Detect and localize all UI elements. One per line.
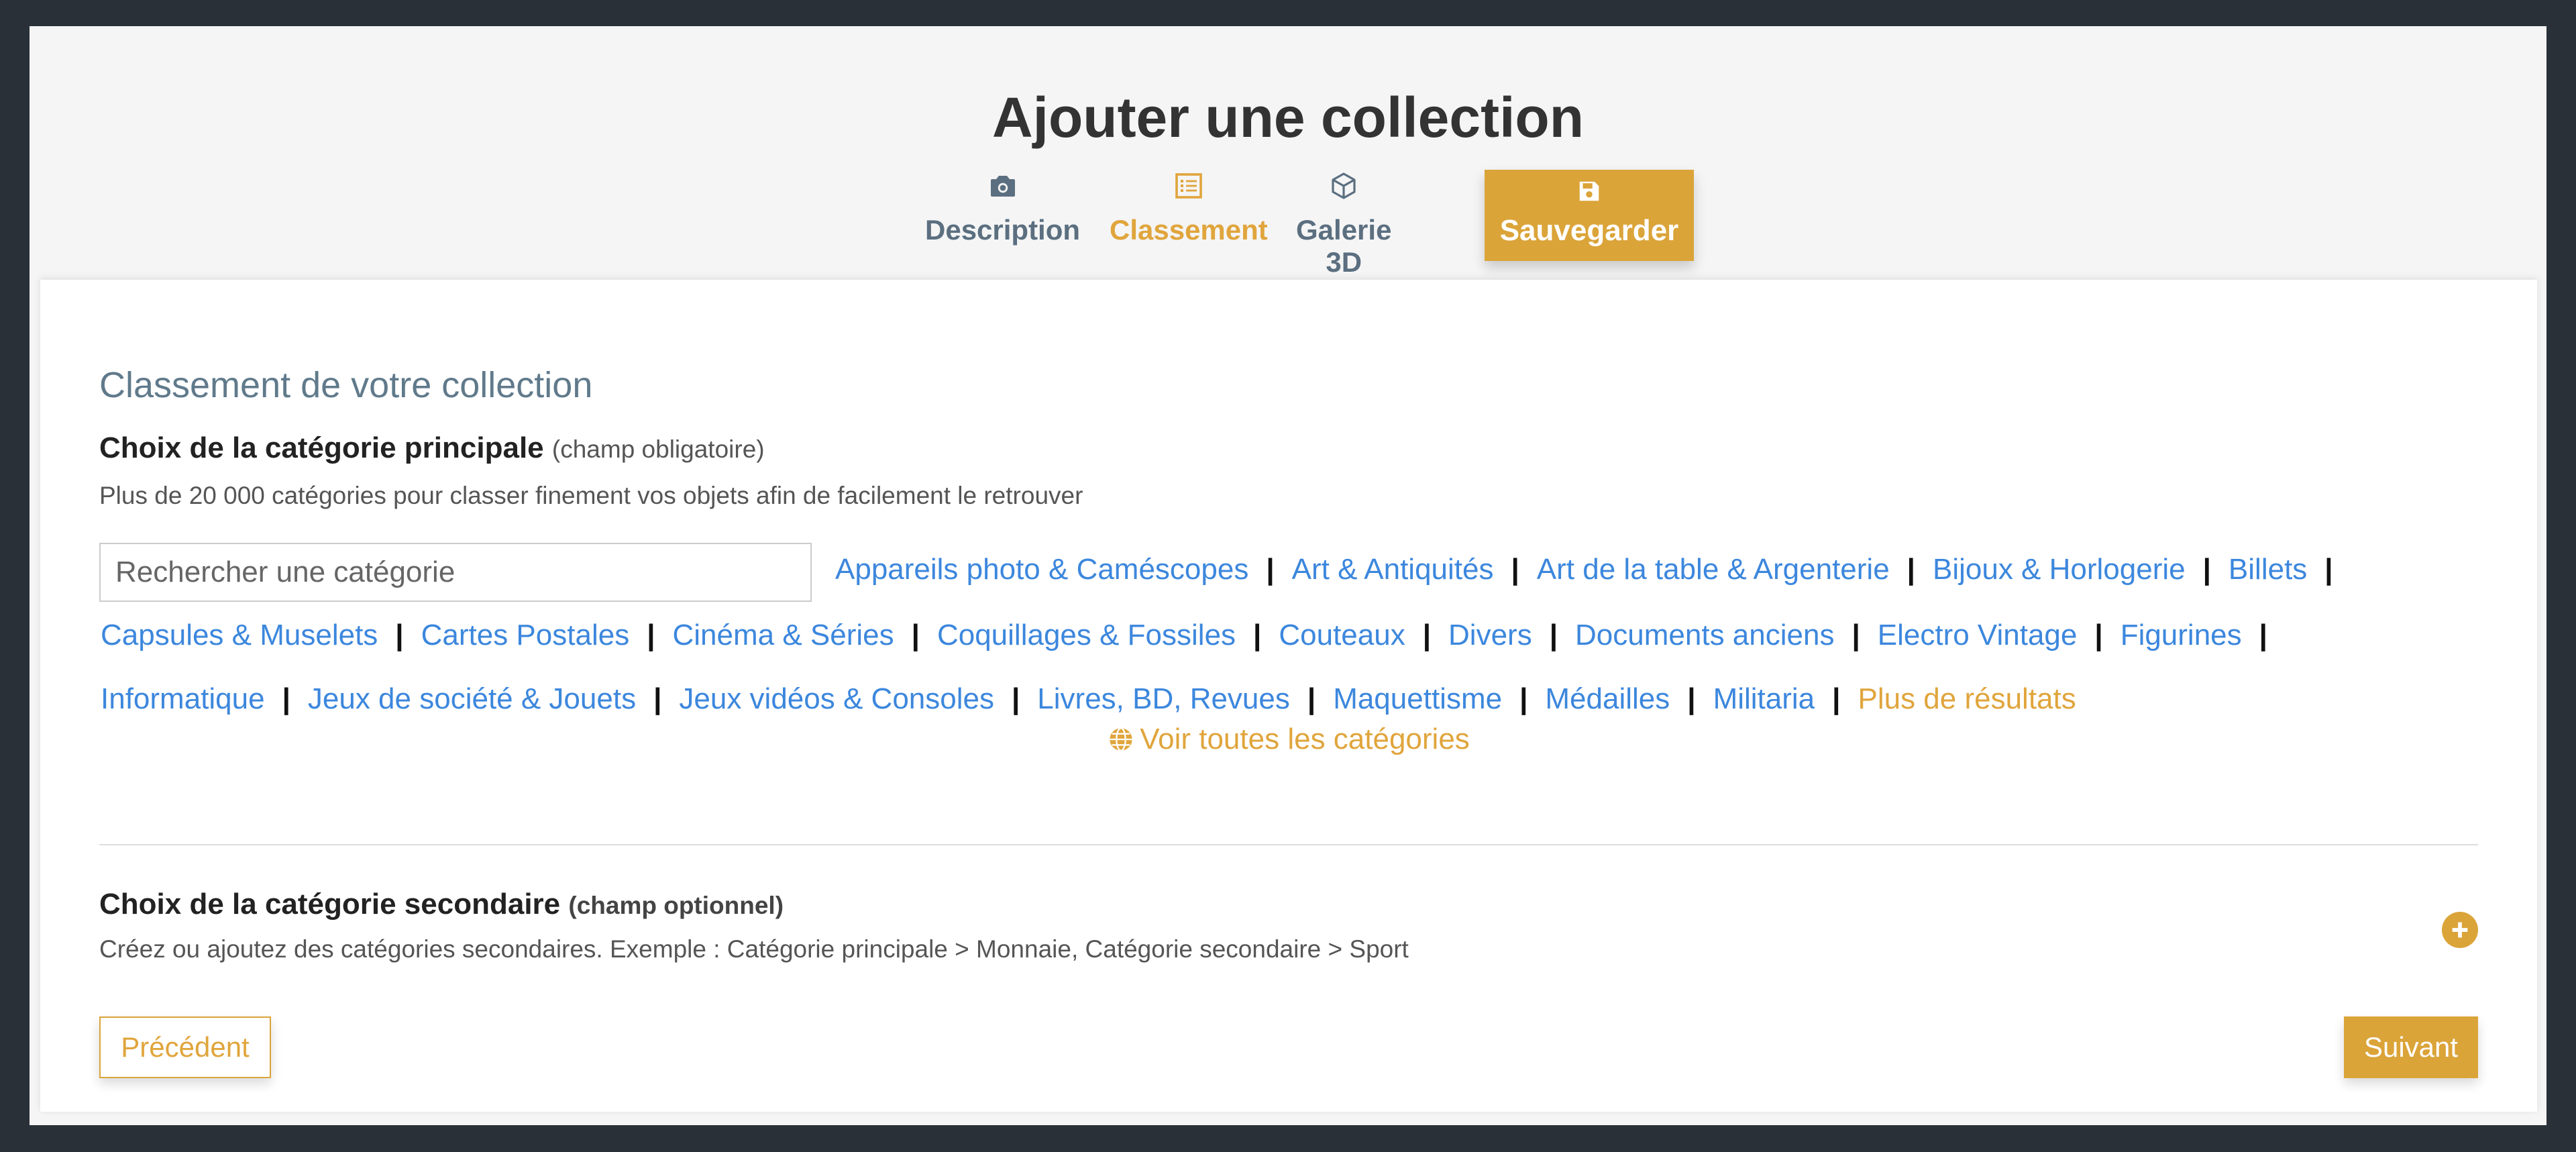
category-separator: | (647, 619, 655, 651)
category-separator: | (2324, 553, 2333, 586)
previous-button[interactable]: Précédent (99, 1016, 271, 1078)
category-link[interactable]: Cartes Postales (421, 619, 630, 651)
category-link[interactable]: Jeux de société & Jouets (308, 682, 636, 715)
category-separator: | (2094, 619, 2103, 651)
secondary-category-description: Créez ou ajoutez des catégories secondai… (99, 935, 1409, 963)
main-category-label: Choix de la catégorie principale (champ … (99, 431, 765, 465)
category-link[interactable]: Art & Antiquités (1292, 553, 1494, 586)
category-link[interactable]: Appareils photo & Caméscopes (835, 553, 1248, 586)
category-link[interactable]: Couteaux (1279, 619, 1405, 651)
list-icon (1110, 170, 1268, 210)
category-separator: | (911, 619, 920, 651)
tab-galerie-3d[interactable]: Galerie 3D (1296, 170, 1391, 278)
category-separator: | (2259, 619, 2267, 651)
save-button[interactable]: Sauvegarder (1485, 170, 1694, 261)
tab-description-label: Description (925, 214, 1081, 246)
tab-classement-label: Classement (1110, 214, 1268, 246)
category-links-row-1: Appareils photo & Caméscopes | Art & Antiq… (835, 553, 2351, 586)
category-link[interactable]: Informatique (101, 682, 265, 715)
category-separator: | (1011, 682, 1020, 715)
category-link[interactable]: Jeux vidéos & Consoles (679, 682, 994, 715)
globe-icon (1110, 727, 1132, 751)
category-link[interactable]: Art de la table & Argenterie (1537, 553, 1890, 586)
see-all-categories-link[interactable]: Voir toutes les catégories (40, 723, 2537, 756)
category-separator: | (1519, 682, 1528, 715)
plus-circle-icon (2452, 922, 2468, 938)
category-link[interactable]: Cinéma & Séries (673, 619, 894, 651)
see-all-categories-label: Voir toutes les catégories (1140, 723, 1470, 755)
tab-galerie-3d-label: Galerie 3D (1296, 214, 1392, 278)
category-link[interactable]: Capsules & Muselets (101, 619, 378, 651)
category-separator: | (282, 682, 290, 715)
category-separator: | (1422, 619, 1432, 651)
tab-description[interactable]: Description (925, 170, 1080, 246)
category-link[interactable]: Coquillages & Fossiles (937, 619, 1236, 651)
category-link[interactable]: Médailles (1545, 682, 1670, 715)
category-link[interactable]: Figurines (2121, 619, 2242, 651)
category-separator: | (1307, 682, 1316, 715)
category-link[interactable]: Militaria (1713, 682, 1815, 715)
floppy-disk-icon (1485, 170, 1694, 214)
category-link[interactable]: Maquettisme (1333, 682, 1502, 715)
category-separator: | (1832, 682, 1841, 715)
category-separator: | (1851, 619, 1860, 651)
main-category-description: Plus de 20 000 catégories pour classer f… (99, 482, 1083, 509)
category-link[interactable]: Electro Vintage (1878, 619, 2078, 651)
category-separator: | (1511, 553, 1519, 586)
main-category-hint: (champ obligatoire) (551, 435, 765, 463)
tab-classement[interactable]: Classement (1110, 170, 1268, 246)
section-divider (99, 844, 2478, 845)
more-results-link[interactable]: Plus de résultats (1858, 682, 2076, 715)
secondary-category-label: Choix de la catégorie secondaire (champ … (99, 888, 784, 921)
category-link[interactable]: Divers (1448, 619, 1532, 651)
add-secondary-category-button[interactable] (2442, 912, 2478, 948)
camera-icon (925, 170, 1080, 210)
category-separator: | (1549, 619, 1558, 651)
category-link[interactable]: Bijoux & Horlogerie (1933, 553, 2186, 586)
secondary-category-label-text: Choix de la catégorie secondaire (99, 888, 561, 921)
cube-icon (1296, 170, 1391, 210)
category-separator: | (2202, 553, 2211, 586)
category-link[interactable]: Billets (2229, 553, 2307, 586)
category-separator: | (395, 619, 404, 651)
category-separator: | (1907, 553, 1915, 586)
category-link[interactable]: Livres, BD, Revues (1037, 682, 1290, 715)
main-category-label-text: Choix de la catégorie principale (99, 431, 544, 464)
category-links-row-2: Capsules & Muselets | Cartes Postales | Ciné… (101, 619, 2285, 652)
category-links-row-3: Informatique | Jeux de société & Jouets | Je… (101, 682, 2076, 716)
category-separator: | (1687, 682, 1696, 715)
save-button-label: Sauvegarder (1499, 214, 1679, 247)
secondary-category-hint: (champ optionnel) (568, 892, 784, 919)
section-title: Classement de votre collection (99, 365, 593, 405)
category-search-input[interactable] (99, 543, 812, 602)
category-separator: | (1253, 619, 1262, 651)
category-link[interactable]: Documents anciens (1575, 619, 1834, 651)
classification-card: Classement de votre collection Choix de … (40, 280, 2537, 1112)
category-separator: | (653, 682, 662, 715)
page-window: Ajouter une collection Description Class… (30, 26, 2546, 1125)
category-separator: | (1266, 553, 1275, 586)
next-button[interactable]: Suivant (2344, 1016, 2478, 1078)
page-title: Ajouter une collection (991, 86, 1585, 149)
